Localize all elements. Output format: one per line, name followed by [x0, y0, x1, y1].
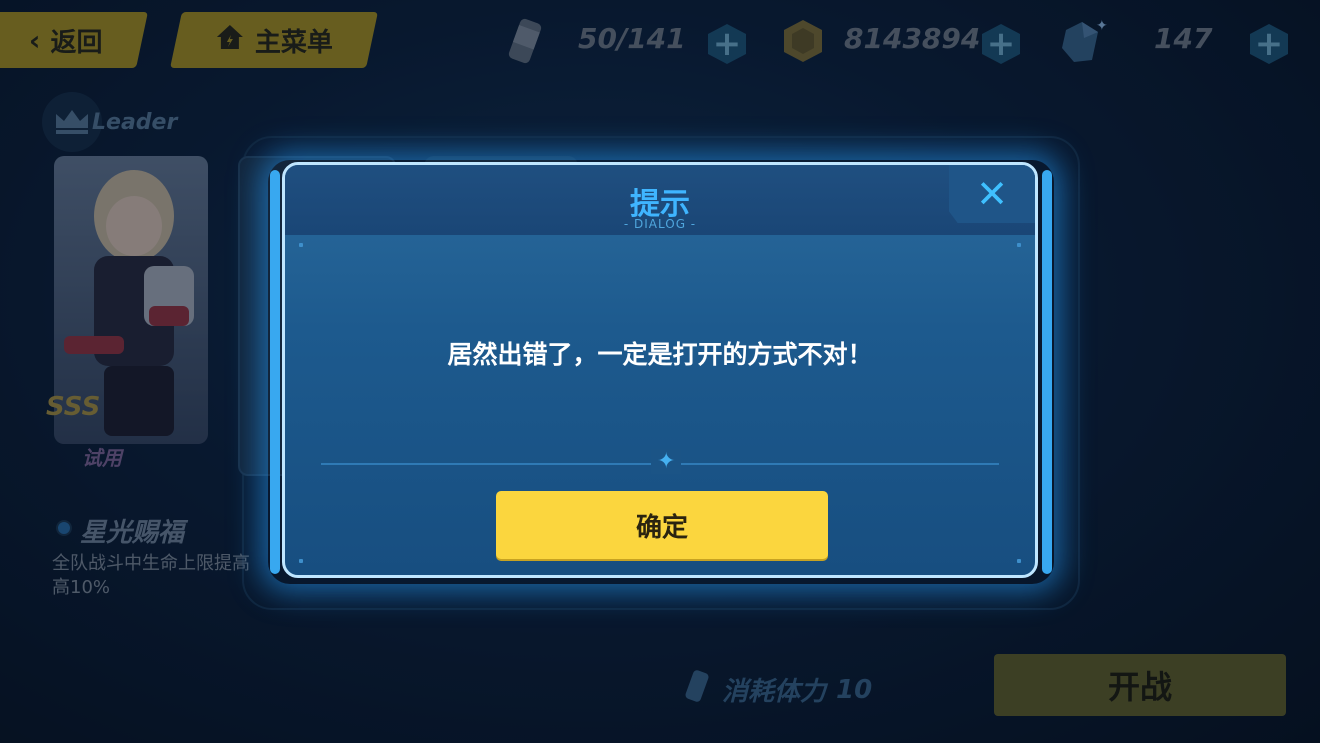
dialog-left-edge	[270, 170, 280, 574]
sparkle-icon: ✦	[651, 449, 682, 474]
confirm-button[interactable]: 确定	[496, 491, 828, 559]
corner-dot	[299, 559, 303, 563]
corner-dot	[1017, 559, 1021, 563]
corner-dot	[299, 243, 303, 247]
dialog-right-edge	[1042, 170, 1052, 574]
dialog-subtitle: - DIALOG -	[623, 217, 697, 231]
close-button[interactable]: ✕	[949, 165, 1035, 223]
error-dialog: 提示 - DIALOG - ✕ 居然出错了，一定是打开的方式不对！ ✦ 确定	[282, 162, 1038, 578]
dialog-message: 居然出错了，一定是打开的方式不对！	[447, 340, 873, 369]
corner-dot	[1017, 243, 1021, 247]
close-icon: ✕	[976, 172, 1008, 216]
